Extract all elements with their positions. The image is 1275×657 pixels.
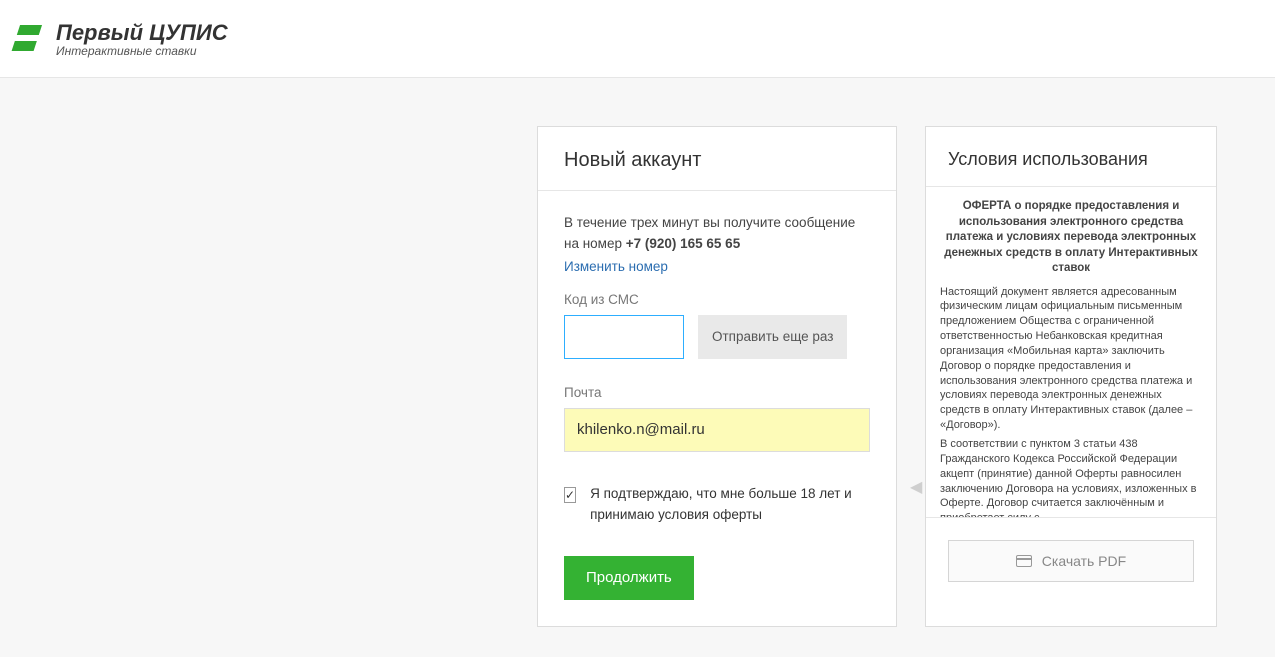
sms-notice-phone: +7 (920) 165 65 65 bbox=[626, 236, 740, 251]
logo-icon bbox=[8, 19, 48, 59]
sms-notice: В течение трех минут вы получите сообщен… bbox=[564, 213, 870, 255]
terms-title: Условия использования bbox=[926, 127, 1216, 187]
confirm-age-checkbox[interactable]: ✓ bbox=[564, 487, 576, 503]
continue-button[interactable]: Продолжить bbox=[564, 556, 694, 600]
terms-panel: Условия использования ОФЕРТА о порядке п… bbox=[925, 126, 1217, 627]
signup-form-panel: Новый аккаунт В течение трех минут вы по… bbox=[537, 126, 897, 627]
collapse-terms-arrow-icon[interactable]: ◀ bbox=[910, 477, 922, 497]
download-pdf-button[interactable]: Скачать PDF bbox=[948, 540, 1194, 582]
terms-body-p2: В соответствии с пунктом 3 статьи 438 Гр… bbox=[940, 437, 1202, 517]
app-header: Первый ЦУПИС Интерактивные ставки bbox=[0, 0, 1275, 78]
sms-code-input[interactable] bbox=[564, 315, 684, 359]
email-input[interactable] bbox=[564, 408, 870, 452]
brand-tagline: Интерактивные ставки bbox=[56, 44, 228, 58]
brand-logo: Первый ЦУПИС Интерактивные ставки bbox=[8, 19, 228, 59]
sms-code-label: Код из СМС bbox=[564, 292, 870, 307]
card-icon bbox=[1016, 555, 1032, 567]
form-title: Новый аккаунт bbox=[538, 127, 896, 191]
download-pdf-label: Скачать PDF bbox=[1042, 553, 1126, 569]
confirm-age-text: Я подтверждаю, что мне больше 18 лет и п… bbox=[590, 484, 870, 526]
terms-scroll-area[interactable]: ОФЕРТА о порядке предоставления и исполь… bbox=[926, 187, 1216, 517]
change-number-link[interactable]: Изменить номер bbox=[564, 259, 668, 274]
resend-sms-button[interactable]: Отправить еще раз bbox=[698, 315, 847, 359]
terms-body-p1: Настоящий документ является адресованным… bbox=[940, 285, 1202, 433]
email-label: Почта bbox=[564, 385, 870, 400]
terms-offer-title: ОФЕРТА о порядке предоставления и исполь… bbox=[940, 199, 1202, 277]
brand-name: Первый ЦУПИС bbox=[56, 20, 228, 46]
